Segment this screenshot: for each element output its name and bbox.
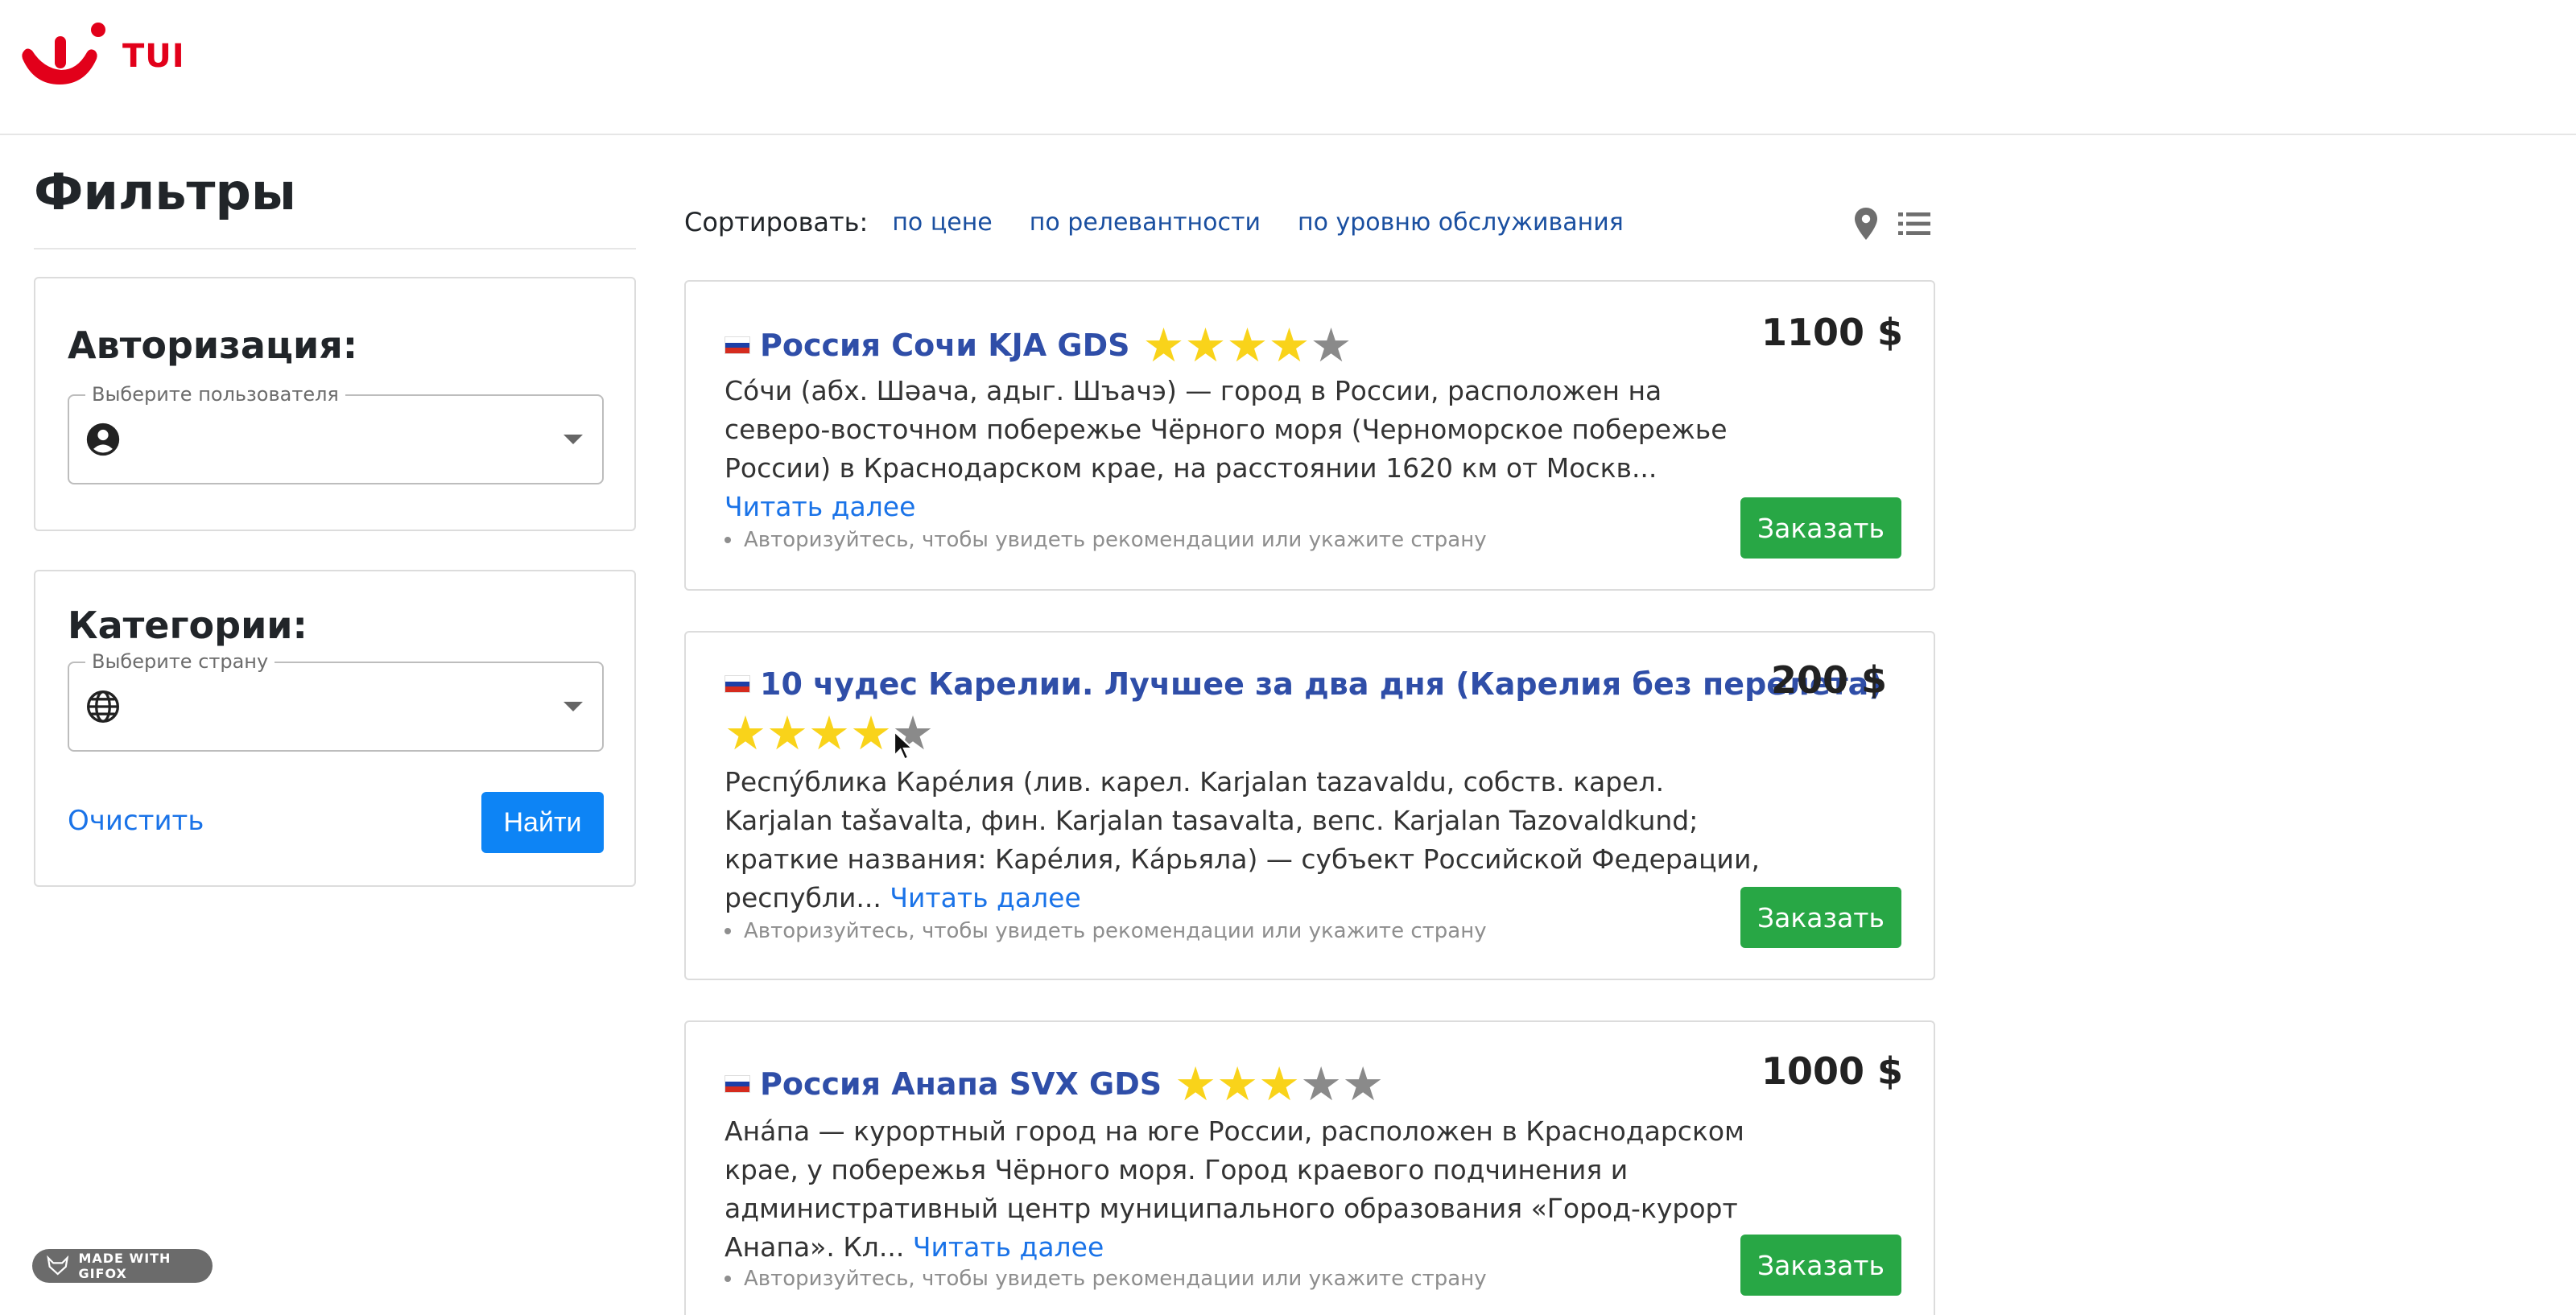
- star-filled-icon[interactable]: ★: [724, 710, 766, 756]
- gifox-text: MADE WITH GIFOX: [78, 1251, 171, 1281]
- tour-price: 1000 $: [1761, 1049, 1904, 1093]
- hint-text: Авторизуйтесь, чтобы увидеть рекомендаци…: [744, 528, 1487, 552]
- recommendation-hint: Авторизуйтесь, чтобы увидеть рекомендаци…: [724, 1267, 1487, 1291]
- tour-price: 1100 $: [1761, 311, 1904, 354]
- read-more-link[interactable]: Читать далее: [913, 1231, 1104, 1263]
- account-circle-icon: [86, 423, 120, 456]
- tour-title[interactable]: 10 чудес Карелии. Лучшее за два дня (Кар…: [760, 666, 1883, 702]
- recommendation-hint: Авторизуйтесь, чтобы увидеть рекомендаци…: [724, 528, 1487, 552]
- country-select-label: Выберите страну: [85, 650, 275, 673]
- read-more-link[interactable]: Читать далее: [724, 491, 915, 522]
- tour-price: 200 $: [1771, 658, 1888, 702]
- categories-heading: Категории:: [68, 604, 308, 647]
- tour-description-text: Со́чи (абх. Шәача, адыг. Шъачэ) — город …: [724, 375, 1728, 484]
- hint-text: Авторизуйтесь, чтобы увидеть рекомендаци…: [744, 919, 1487, 943]
- country-select[interactable]: Выберите страну: [68, 650, 604, 752]
- bullet-icon: [724, 537, 731, 543]
- tour-description: Респу́блика Каре́лия (лив. карел. Karjal…: [724, 763, 1763, 917]
- sort-by-price[interactable]: по цене: [892, 208, 992, 237]
- tour-description: Ана́па — курортный город на юге России, …: [724, 1112, 1763, 1267]
- russia-flag-icon: [724, 675, 750, 693]
- star-filled-icon[interactable]: ★: [1174, 1061, 1216, 1107]
- rating-stars[interactable]: ★ ★ ★ ★ ★: [1174, 1061, 1384, 1107]
- clear-button[interactable]: Очистить: [68, 805, 204, 837]
- hint-text: Авторизуйтесь, чтобы увидеть рекомендаци…: [744, 1267, 1487, 1291]
- auth-heading: Авторизация:: [68, 324, 358, 367]
- tour-title-row: 10 чудес Карелии. Лучшее за два дня (Кар…: [724, 666, 1883, 702]
- map-pin-icon[interactable]: [1847, 204, 1885, 243]
- tour-title-row: Россия Сочи KJA GDS ★ ★ ★ ★ ★: [724, 322, 1352, 369]
- user-select[interactable]: Выберите пользователя: [68, 383, 604, 484]
- tui-smile-icon: [22, 23, 105, 85]
- tour-card: 10 чудес Карелии. Лучшее за два дня (Кар…: [684, 631, 1935, 980]
- star-empty-icon[interactable]: ★: [1342, 1061, 1384, 1107]
- star-filled-icon[interactable]: ★: [766, 710, 808, 756]
- tour-description: Со́чи (абх. Шәача, адыг. Шъачэ) — город …: [724, 372, 1763, 526]
- auth-panel: Авторизация: Выберите пользователя: [34, 277, 636, 531]
- fox-icon: [47, 1255, 69, 1276]
- tour-title[interactable]: Россия Анапа SVX GDS: [760, 1066, 1162, 1102]
- mouse-cursor-icon: [893, 729, 915, 761]
- star-filled-icon[interactable]: ★: [1227, 322, 1269, 369]
- sort-bar: Сортировать: по цене по релевантности по…: [684, 204, 1661, 240]
- recommendation-hint: Авторизуйтесь, чтобы увидеть рекомендаци…: [724, 919, 1487, 943]
- tour-description-text: Ана́па — курортный город на юге России, …: [724, 1115, 1744, 1263]
- order-button[interactable]: Заказать: [1740, 497, 1901, 559]
- filters-title: Фильтры: [34, 163, 296, 221]
- sort-by-service-level[interactable]: по уровню обслуживания: [1298, 208, 1624, 237]
- list-view-icon[interactable]: [1895, 204, 1934, 243]
- star-filled-icon[interactable]: ★: [1143, 322, 1185, 369]
- logo-text: TUI: [122, 38, 185, 75]
- tui-logo[interactable]: TUI: [19, 16, 185, 97]
- star-filled-icon[interactable]: ★: [1185, 322, 1227, 369]
- tour-title[interactable]: Россия Сочи KJA GDS: [760, 328, 1130, 363]
- russia-flag-icon: [724, 336, 750, 354]
- find-button[interactable]: Найти: [481, 792, 604, 853]
- star-filled-icon[interactable]: ★: [1258, 1061, 1300, 1107]
- tour-card: Россия Сочи KJA GDS ★ ★ ★ ★ ★ Со́чи (абх. Шә…: [684, 280, 1935, 591]
- tour-description-text: Респу́блика Каре́лия (лив. карел. Karjal…: [724, 766, 1760, 913]
- star-empty-icon[interactable]: ★: [1300, 1061, 1342, 1107]
- top-header: TUI: [0, 0, 2576, 135]
- star-filled-icon[interactable]: ★: [1216, 1061, 1258, 1107]
- sort-label: Сортировать:: [684, 207, 869, 237]
- chevron-down-icon: [564, 702, 583, 711]
- star-filled-icon[interactable]: ★: [1269, 322, 1311, 369]
- categories-panel: Категории: Выберите страну Очистить Найт…: [34, 570, 636, 887]
- rating-stars[interactable]: ★ ★ ★ ★ ★: [1143, 322, 1352, 369]
- russia-flag-icon: [724, 1075, 750, 1093]
- filters-divider: [34, 248, 636, 249]
- bullet-icon: [724, 1276, 731, 1282]
- order-button[interactable]: Заказать: [1740, 887, 1901, 948]
- tour-title-row: Россия Анапа SVX GDS ★ ★ ★ ★ ★: [724, 1061, 1384, 1107]
- chevron-down-icon: [564, 435, 583, 444]
- star-filled-icon[interactable]: ★: [850, 710, 892, 756]
- globe-icon: [87, 690, 119, 723]
- read-more-link[interactable]: Читать далее: [890, 882, 1080, 913]
- gifox-badge: MADE WITH GIFOX: [32, 1249, 213, 1283]
- order-button[interactable]: Заказать: [1740, 1235, 1901, 1296]
- sort-by-relevance[interactable]: по релевантности: [1030, 208, 1261, 237]
- user-select-label: Выберите пользователя: [85, 383, 345, 406]
- bullet-icon: [724, 928, 731, 934]
- tour-card: Россия Анапа SVX GDS ★ ★ ★ ★ ★ Ана́па — куро…: [684, 1020, 1935, 1315]
- star-empty-icon[interactable]: ★: [1311, 322, 1352, 369]
- star-filled-icon[interactable]: ★: [808, 710, 850, 756]
